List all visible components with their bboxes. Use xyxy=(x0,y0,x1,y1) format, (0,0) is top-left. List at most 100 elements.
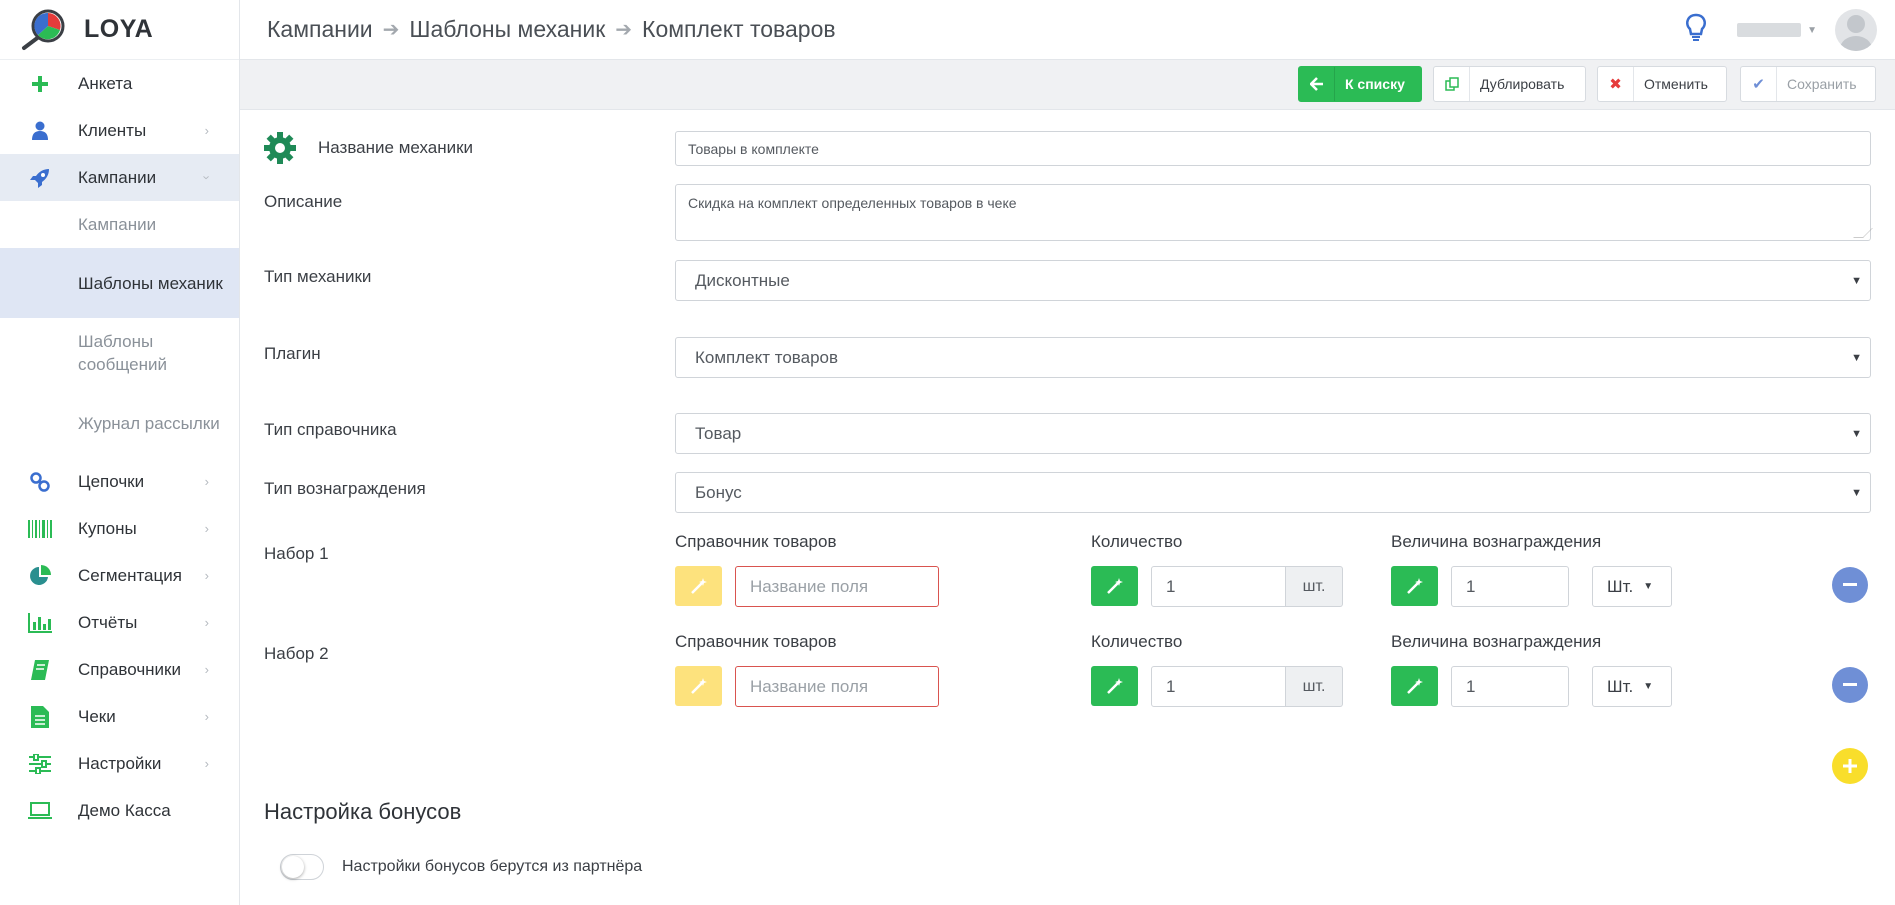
sidebar-item-label: Справочники xyxy=(78,659,181,679)
catalog-field-input[interactable]: Название поля xyxy=(735,666,939,707)
sidebar-subitem-message-templates[interactable]: Шаблоны сообщений xyxy=(0,318,239,388)
reward-header: Величина вознаграждения xyxy=(1391,632,1602,651)
sidebar-item-label: Купоны xyxy=(78,518,137,538)
sidebar-item-label: Сегментация xyxy=(78,565,182,585)
gear-icon xyxy=(263,131,297,170)
rocket-icon xyxy=(28,166,52,190)
bonus-from-partner-label: Настройки бонусов берутся из партнёра xyxy=(342,858,643,875)
reward-value-input[interactable]: 1 xyxy=(1451,566,1569,607)
chevron-right-icon: › xyxy=(204,615,209,630)
catalog-header: Справочник товаров xyxy=(675,632,837,651)
magic-wand-icon[interactable] xyxy=(675,666,722,706)
avatar[interactable] xyxy=(1835,9,1877,51)
check-icon: ✔ xyxy=(1741,67,1777,101)
mechanic-name-input[interactable]: Товары в комплекте xyxy=(675,131,1871,166)
set-label: Набор 2 xyxy=(264,644,329,663)
sidebar-item-label: Анкета xyxy=(78,73,133,93)
magic-wand-icon[interactable] xyxy=(1091,666,1138,706)
caret-down-icon: ▼ xyxy=(1851,274,1862,287)
copy-icon xyxy=(1434,67,1470,101)
magic-wand-icon[interactable] xyxy=(1391,566,1438,606)
sidebar-item-receipts[interactable]: Чеки › xyxy=(0,693,239,740)
pie-chart-icon xyxy=(28,564,52,588)
remove-set-button[interactable] xyxy=(1832,567,1868,603)
back-to-list-button[interactable]: К списку xyxy=(1298,66,1422,102)
reward-unit-value: Шт. xyxy=(1607,576,1634,596)
reward-type-select[interactable]: Бонус ▼ xyxy=(675,472,1871,513)
remove-set-button[interactable] xyxy=(1832,667,1868,703)
magic-wand-icon[interactable] xyxy=(1091,566,1138,606)
sidebar-subitem-campaigns[interactable]: Кампании xyxy=(0,201,239,248)
set-label: Набор 1 xyxy=(264,544,329,563)
reference-type-label: Тип справочника xyxy=(264,420,397,439)
description-value: Скидка на комплект определенных товаров … xyxy=(688,195,1017,211)
sidebar-item-chains[interactable]: Цепочки › xyxy=(0,458,239,505)
save-label: Сохранить xyxy=(1787,76,1857,92)
reward-unit-select[interactable]: Шт. ▼ xyxy=(1592,666,1672,707)
catalog-header: Справочник товаров xyxy=(675,532,837,551)
lightbulb-icon[interactable] xyxy=(1685,13,1707,48)
sidebar-item-coupons[interactable]: Купоны › xyxy=(0,505,239,552)
chevron-right-icon: › xyxy=(204,756,209,771)
sidebar-item-clients[interactable]: Клиенты › xyxy=(0,107,239,154)
catalog-field-input[interactable]: Название поля xyxy=(735,566,939,607)
sidebar-subitem-mechanic-templates[interactable]: Шаблоны механик xyxy=(0,248,239,318)
close-icon: ✖ xyxy=(1598,67,1634,101)
mechanic-name-label: Название механики xyxy=(318,138,474,157)
quantity-input[interactable]: 1 xyxy=(1151,566,1286,607)
arrow-right-icon: ➔ xyxy=(382,19,400,41)
plus-icon xyxy=(28,72,52,96)
reference-type-select[interactable]: Товар ▼ xyxy=(675,413,1871,454)
sidebar-item-demo-cash[interactable]: Демо Касса xyxy=(0,787,239,834)
barcode-icon xyxy=(28,517,52,541)
mechanic-form: Название механики Товары в комплекте Опи… xyxy=(240,110,1895,905)
header-right: ▼ xyxy=(1685,0,1895,60)
quantity-header: Количество xyxy=(1091,532,1183,551)
book-icon xyxy=(28,658,52,682)
quantity-input[interactable]: 1 xyxy=(1151,666,1286,707)
sidebar-item-settings[interactable]: Настройки › xyxy=(0,740,239,787)
caret-down-icon[interactable]: ▼ xyxy=(1807,25,1817,36)
breadcrumb-item-mechanic-templates[interactable]: Шаблоны механик xyxy=(409,16,605,43)
sidebar-item-reports[interactable]: Отчёты › xyxy=(0,599,239,646)
sidebar-item-label: Кампании xyxy=(78,167,157,187)
receipt-icon xyxy=(28,705,52,729)
sidebar-nav: Анкета Клиенты › Кампании › Кампании Шаб… xyxy=(0,60,239,834)
breadcrumb-item-current: Комплект товаров xyxy=(642,16,836,42)
sidebar-item-label: Настройки xyxy=(78,753,162,773)
save-button[interactable]: ✔ Сохранить xyxy=(1740,66,1876,102)
chevron-right-icon: › xyxy=(204,709,209,724)
chevron-right-icon: › xyxy=(204,474,209,489)
bonus-from-partner-toggle[interactable] xyxy=(280,854,324,880)
chevron-down-icon: › xyxy=(199,175,215,180)
user-name-redacted[interactable] xyxy=(1737,23,1802,37)
quantity-unit-addon: шт. xyxy=(1286,566,1343,607)
plugin-select[interactable]: Комплект товаров ▼ xyxy=(675,337,1871,378)
description-textarea[interactable]: Скидка на комплект определенных товаров … xyxy=(675,184,1873,241)
plugin-label: Плагин xyxy=(264,344,321,363)
sidebar-item-references[interactable]: Справочники › xyxy=(0,646,239,693)
add-set-button[interactable] xyxy=(1832,748,1868,784)
sidebar: LOYA Анкета Клиенты › Кампании › Кампани… xyxy=(0,0,240,905)
logo[interactable]: LOYA xyxy=(0,0,239,60)
reward-type-label: Тип вознаграждения xyxy=(264,479,426,498)
sidebar-item-segmentation[interactable]: Сегментация › xyxy=(0,552,239,599)
cancel-button[interactable]: ✖ Отменить xyxy=(1597,66,1727,102)
reward-type-value: Бонус xyxy=(695,482,742,502)
sidebar-item-campaigns[interactable]: Кампании › xyxy=(0,154,239,201)
reference-type-value: Товар xyxy=(695,423,742,443)
mechanic-type-select[interactable]: Дисконтные ▼ xyxy=(675,260,1871,301)
magic-wand-icon[interactable] xyxy=(1391,666,1438,706)
sidebar-subitem-mailing-log[interactable]: Журнал рассылки xyxy=(0,388,239,458)
user-icon xyxy=(28,119,52,143)
breadcrumb-item-campaigns[interactable]: Кампании xyxy=(267,16,373,43)
duplicate-button[interactable]: Дублировать xyxy=(1433,66,1586,102)
reward-unit-select[interactable]: Шт. ▼ xyxy=(1592,566,1672,607)
caret-down-icon: ▼ xyxy=(1851,427,1862,440)
back-to-list-label: К списку xyxy=(1345,76,1405,92)
plugin-value: Комплект товаров xyxy=(695,347,839,367)
resize-handle-icon[interactable] xyxy=(1853,228,1873,238)
reward-value-input[interactable]: 1 xyxy=(1451,666,1569,707)
magic-wand-icon[interactable] xyxy=(675,566,722,606)
sidebar-item-anketa[interactable]: Анкета xyxy=(0,60,239,107)
